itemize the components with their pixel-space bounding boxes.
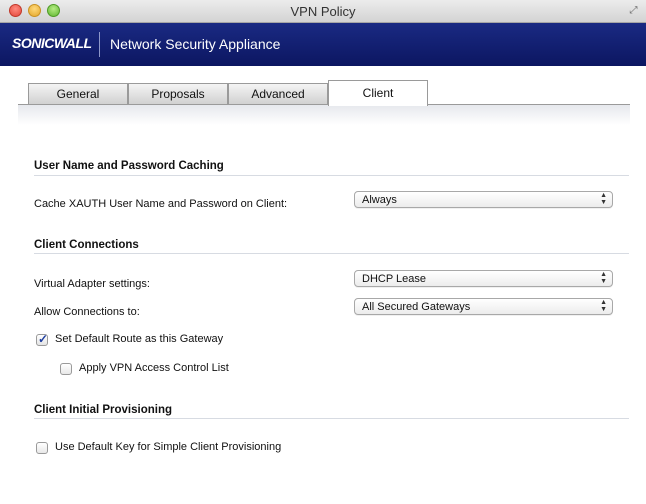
allow-connections-value: All Secured Gateways xyxy=(362,301,471,313)
window-title-bar: VPN Policy ⤢ xyxy=(0,0,646,23)
product-name: Network Security Appliance xyxy=(110,36,281,52)
cache-xauth-value: Always xyxy=(362,194,397,206)
default-key-checkbox[interactable] xyxy=(36,442,48,454)
cache-xauth-select[interactable]: Always ▲ ▼ xyxy=(354,191,613,208)
allow-connections-label: Allow Connections to: xyxy=(34,306,140,318)
tab-proposals[interactable]: Proposals xyxy=(128,83,228,105)
default-route-checkbox[interactable]: ✓ xyxy=(36,332,49,346)
section-title-connections: Client Connections xyxy=(34,239,139,251)
tab-panel-header xyxy=(18,104,630,125)
window-title: VPN Policy xyxy=(290,4,356,19)
section-divider xyxy=(34,418,629,419)
virtual-adapter-select[interactable]: DHCP Lease ▲ ▼ xyxy=(354,270,613,287)
section-divider xyxy=(34,175,629,176)
virtual-adapter-value: DHCP Lease xyxy=(362,273,426,285)
checkmark-icon: ✓ xyxy=(38,332,49,346)
virtual-adapter-label: Virtual Adapter settings: xyxy=(34,278,150,290)
fullscreen-icon[interactable]: ⤢ xyxy=(627,4,640,17)
section-divider xyxy=(34,253,629,254)
up-down-chevron-icon: ▲ ▼ xyxy=(600,299,607,313)
default-key-label: Use Default Key for Simple Client Provis… xyxy=(55,441,282,453)
apply-acl-label: Apply VPN Access Control List xyxy=(79,362,229,374)
brand-divider xyxy=(99,32,100,57)
tab-client[interactable]: Client xyxy=(328,80,428,106)
brand-header: SONICWALL Network Security Appliance xyxy=(0,23,646,66)
section-title-caching: User Name and Password Caching xyxy=(34,160,224,172)
up-down-chevron-icon: ▲ ▼ xyxy=(600,271,607,285)
default-route-label: Set Default Route as this Gateway xyxy=(55,333,224,345)
up-down-chevron-icon: ▲ ▼ xyxy=(600,192,607,206)
section-title-provisioning: Client Initial Provisioning xyxy=(34,404,173,416)
allow-connections-select[interactable]: All Secured Gateways ▲ ▼ xyxy=(354,298,613,315)
apply-acl-checkbox[interactable] xyxy=(60,363,72,375)
sonicwall-logo: SONICWALL xyxy=(12,35,92,51)
cache-xauth-label: Cache XAUTH User Name and Password on Cl… xyxy=(34,198,288,210)
tab-general[interactable]: General xyxy=(28,83,128,105)
tab-advanced[interactable]: Advanced xyxy=(228,83,328,105)
